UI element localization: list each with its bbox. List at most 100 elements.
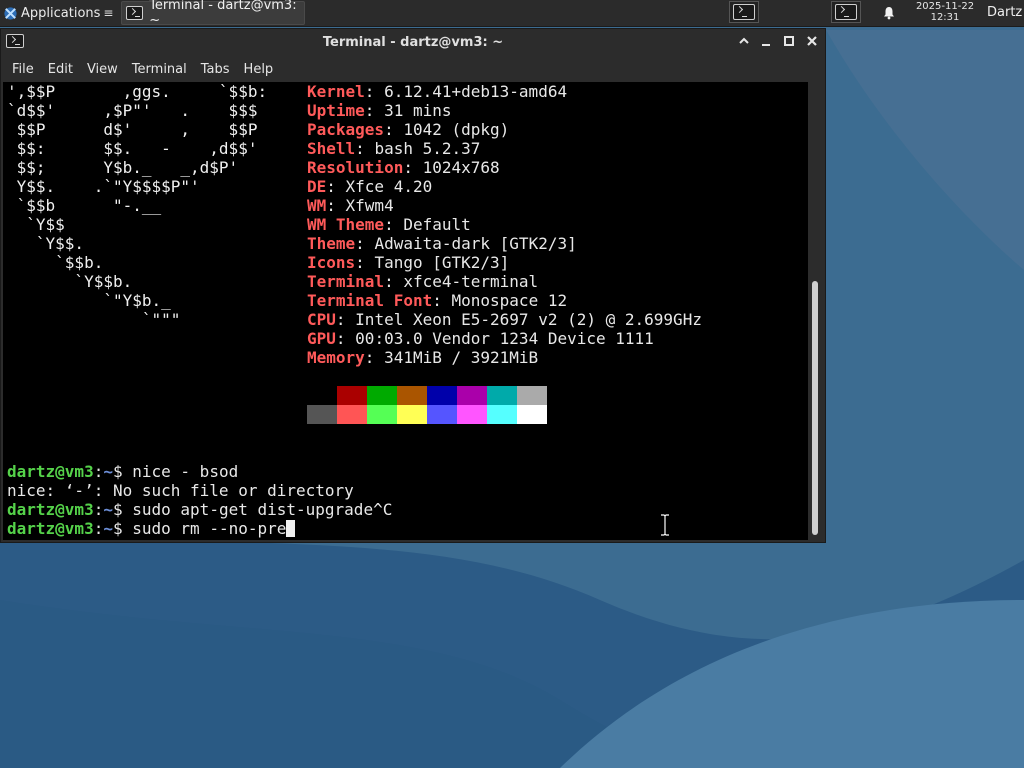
prompt-separator: : [93, 462, 104, 481]
workspace-terminal-button[interactable] [831, 1, 861, 23]
info-line-wm-theme: WM Theme: Default [307, 215, 471, 234]
info-line-terminal: Terminal: xfce4-terminal [307, 272, 539, 291]
prompt-symbol: $ [112, 519, 133, 538]
ascii-logo-line: Y$$. .`"Y$$$$P"' [7, 177, 200, 196]
terminal-window: Terminal - dartz@vm3: ~ File Edit View T… [0, 28, 826, 543]
color-swatch [337, 405, 367, 424]
prompt-path: ~ [103, 500, 113, 519]
info-line-de: DE: Xfce 4.20 [307, 177, 433, 196]
terminal-scrollbar[interactable] [808, 82, 825, 540]
info-key: DE [307, 177, 327, 196]
info-key: WM Theme [307, 215, 385, 234]
scrollbar-thumb[interactable] [812, 281, 818, 535]
menu-view[interactable]: View [80, 57, 125, 82]
window-close-button[interactable] [804, 35, 820, 51]
chevron-up-icon [739, 37, 749, 44]
xfce-logo-icon [4, 6, 17, 20]
command-text: sudo apt-get dist-upgrade^C [132, 500, 393, 519]
close-icon [807, 36, 817, 46]
menu-file[interactable]: File [1, 57, 41, 82]
info-key: Theme [307, 234, 356, 253]
info-line-gpu: GPU: 00:03.0 Vendor 1234 Device 1111 [307, 329, 654, 348]
terminal-output[interactable]: ',$$P ,ggs. `$$b: `d$$' ,$P"' . $$$ $$P … [3, 82, 808, 540]
info-key: Shell [307, 139, 356, 158]
info-key: Uptime [307, 101, 365, 120]
menu-tabs[interactable]: Tabs [194, 57, 237, 82]
command-text: nice - bsod [132, 462, 239, 481]
info-value: Xfwm4 [345, 196, 394, 215]
ascii-logo-line: `$$b "-.__ [7, 196, 162, 215]
info-value: xfce4-terminal [403, 272, 539, 291]
menubar: File Edit View Terminal Tabs Help [1, 57, 825, 82]
info-value: 00:03.0 Vendor 1234 Device 1111 [355, 329, 654, 348]
window-shade-button[interactable] [736, 35, 752, 51]
window-title: Terminal - dartz@vm3: ~ [322, 35, 504, 50]
prompt-path: ~ [103, 519, 113, 538]
ascii-logo-line: $$P d$' , $$P [7, 120, 258, 139]
info-value: 6.12.41+deb13-amd64 [384, 82, 568, 101]
terminal-launcher-button[interactable] [729, 1, 759, 23]
info-line-theme: Theme: Adwaita-dark [GTK2/3] [307, 234, 577, 253]
info-key: Kernel [307, 82, 365, 101]
clock-time: 12:31 [930, 12, 960, 23]
text-cursor [286, 520, 296, 537]
taskbar-terminal-label: Terminal - dartz@vm3: ~ [149, 0, 297, 28]
top-panel: Applications ≡ Terminal - dartz@vm3: ~ 2… [0, 0, 1024, 28]
prompt-user: dartz@vm3 [7, 519, 94, 538]
menu-grip-icon: ≡ [103, 6, 114, 20]
applications-menu-button[interactable]: Applications ≡ [0, 0, 117, 26]
prompt-symbol: $ [112, 462, 133, 481]
info-line-kernel: Kernel: 6.12.41+deb13-amd64 [307, 82, 568, 101]
color-swatch [427, 405, 457, 424]
terminal-icon [733, 4, 755, 20]
color-swatch [427, 386, 457, 405]
info-value: Default [403, 215, 471, 234]
info-key: Memory [307, 348, 365, 367]
info-key: Terminal [307, 272, 385, 291]
info-value: bash 5.2.37 [374, 139, 481, 158]
ascii-logo-line: `Y$$. [7, 234, 85, 253]
info-key: Terminal Font [307, 291, 433, 310]
window-maximize-button[interactable] [781, 35, 797, 51]
ascii-logo-line: `Y$$b. [7, 272, 133, 291]
color-swatch [337, 386, 367, 405]
menu-edit[interactable]: Edit [41, 57, 80, 82]
ascii-logo-line: ',$$P ,ggs. `$$b: [7, 82, 268, 101]
command-line: dartz@vm3:~$ sudo apt-get dist-upgrade^C [7, 500, 392, 519]
prompt-user: dartz@vm3 [7, 462, 94, 481]
color-swatch [457, 386, 487, 405]
user-menu[interactable]: Dartz [987, 5, 1022, 20]
color-palette-bottom [307, 405, 547, 424]
info-value: Adwaita-dark [GTK2/3] [374, 234, 577, 253]
command-output: nice: ‘-’: No such file or directory [7, 481, 354, 500]
info-line-packages: Packages: 1042 (dpkg) [307, 120, 510, 139]
color-swatch [307, 386, 337, 405]
color-swatch [517, 386, 547, 405]
info-value: Intel Xeon E5-2697 v2 (2) @ 2.699GHz [355, 310, 702, 329]
info-line-icons: Icons: Tango [GTK2/3] [307, 253, 510, 272]
color-swatch [517, 405, 547, 424]
window-minimize-button[interactable] [758, 35, 774, 51]
maximize-icon [784, 36, 794, 46]
info-value: Xfce 4.20 [345, 177, 433, 196]
info-line-wm: WM: Xfwm4 [307, 196, 394, 215]
window-titlebar[interactable]: Terminal - dartz@vm3: ~ [1, 29, 825, 57]
clock-date: 2025-11-22 [915, 1, 975, 12]
info-key: WM [307, 196, 327, 215]
info-key: GPU [307, 329, 336, 348]
info-line-cpu: CPU: Intel Xeon E5-2697 v2 (2) @ 2.699GH… [307, 310, 702, 329]
color-swatch [367, 386, 397, 405]
terminal-icon [835, 4, 857, 20]
taskbar-terminal-button[interactable]: Terminal - dartz@vm3: ~ [121, 0, 306, 28]
applications-label: Applications [21, 5, 101, 21]
prompt-path: ~ [103, 462, 113, 481]
prompt-separator: : [93, 519, 104, 538]
menu-help[interactable]: Help [237, 57, 281, 82]
info-value: 1024x768 [422, 158, 500, 177]
color-swatch [367, 405, 397, 424]
current-command-line[interactable]: dartz@vm3:~$ sudo rm --no-pre [7, 519, 296, 538]
menu-terminal[interactable]: Terminal [125, 57, 194, 82]
clock[interactable]: 2025-11-22 12:31 [908, 1, 982, 23]
color-swatch [457, 405, 487, 424]
notification-bell-icon[interactable] [882, 6, 896, 20]
